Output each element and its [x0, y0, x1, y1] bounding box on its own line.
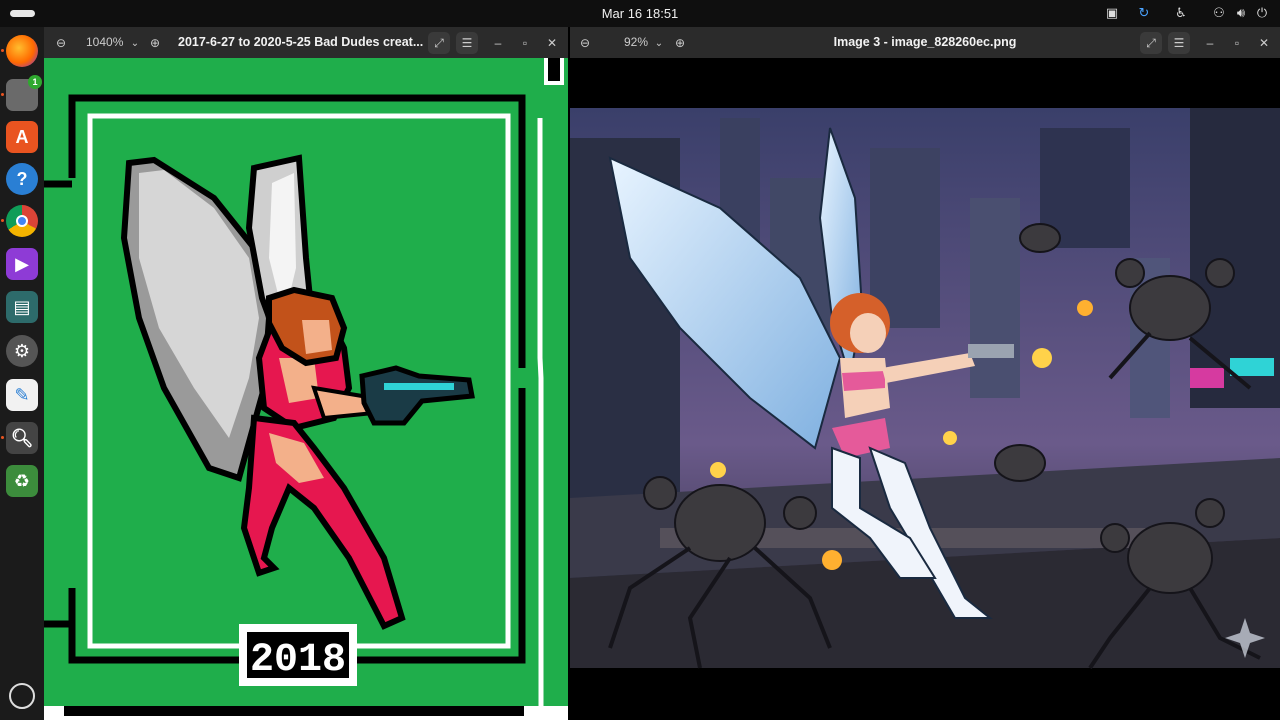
menu-icon[interactable]: ☰	[456, 32, 478, 54]
media-player-icon[interactable]: ▶	[6, 248, 38, 280]
zoom-out-icon[interactable]: ⊖	[50, 32, 72, 54]
zoom-in-icon[interactable]: ⊕	[144, 32, 166, 54]
settings-icon[interactable]: ⚙	[6, 335, 38, 367]
titlebar: ⊖ 92% ⌄ ⊕ Image 3 - image_828260ec.png ⤢…	[570, 27, 1280, 58]
network-icon[interactable]: ⚇	[1210, 5, 1228, 21]
maximize-icon[interactable]: ▫	[514, 32, 536, 54]
files-badge: 1	[28, 75, 42, 89]
sync-icon[interactable]: ↻	[1135, 5, 1153, 21]
window-title: 2017-6-27 to 2020-5-25 Bad Dudes creat..…	[178, 35, 424, 49]
image-canvas[interactable]	[570, 58, 1280, 720]
running-indicator	[1, 436, 4, 439]
dock: 1 A ? ▶ ▤ ⚙ ✎ 🔍︎ ♻	[0, 27, 44, 720]
fullscreen-icon[interactable]: ⤢	[428, 32, 450, 54]
illustration-image	[570, 108, 1280, 670]
power-icon[interactable]: ⏻	[1253, 5, 1271, 21]
files-icon[interactable]: 1	[6, 75, 42, 111]
zoom-level[interactable]: 92%	[624, 35, 648, 49]
fullscreen-icon[interactable]: ⤢	[1140, 32, 1162, 54]
running-indicator	[1, 219, 4, 222]
running-indicator	[1, 93, 4, 96]
accessibility-icon[interactable]: ♿	[1172, 5, 1190, 21]
trash-icon[interactable]: ♻	[6, 465, 38, 497]
image-viewer-window-left: ⊖ 1040% ⌄ ⊕ 2017-6-27 to 2020-5-25 Bad D…	[44, 27, 568, 720]
chevron-down-icon[interactable]: ⌄	[648, 32, 670, 54]
pixel-art-image: 2018	[44, 58, 568, 720]
close-icon[interactable]: ✕	[541, 32, 563, 54]
minimize-icon[interactable]: –	[487, 32, 509, 54]
image-viewer-icon[interactable]: 🔍︎	[6, 422, 38, 454]
image-viewer-window-right: ⊖ 92% ⌄ ⊕ Image 3 - image_828260ec.png ⤢…	[570, 27, 1280, 720]
volume-icon[interactable]: 🔊︎	[1232, 5, 1250, 21]
menu-icon[interactable]: ☰	[1168, 32, 1190, 54]
clock[interactable]: Mar 16 18:51	[0, 6, 1280, 21]
show-apps-icon[interactable]	[9, 683, 35, 709]
zoom-level[interactable]: 1040%	[86, 35, 123, 49]
display-icon[interactable]: ▣	[1103, 5, 1121, 21]
year-badge: 2018	[250, 638, 346, 683]
top-bar: Mar 16 18:51 ▣ ↻ ♿ ⚇ 🔊︎ ⏻	[0, 0, 1280, 27]
chrome-icon[interactable]	[6, 205, 38, 237]
zoom-in-icon[interactable]: ⊕	[669, 32, 691, 54]
minimize-icon[interactable]: –	[1199, 32, 1221, 54]
screenshot-tool-icon[interactable]: ▤	[6, 291, 38, 323]
firefox-icon[interactable]	[6, 35, 38, 67]
app-center-icon[interactable]: A	[6, 121, 38, 153]
zoom-out-icon[interactable]: ⊖	[574, 32, 596, 54]
chevron-down-icon[interactable]: ⌄	[124, 32, 146, 54]
running-indicator	[1, 49, 4, 52]
close-icon[interactable]: ✕	[1253, 32, 1275, 54]
image-canvas[interactable]: 2018	[44, 58, 568, 720]
text-editor-icon[interactable]: ✎	[6, 379, 38, 411]
window-title: Image 3 - image_828260ec.png	[833, 35, 1017, 49]
titlebar: ⊖ 1040% ⌄ ⊕ 2017-6-27 to 2020-5-25 Bad D…	[44, 27, 568, 58]
maximize-icon[interactable]: ▫	[1226, 32, 1248, 54]
help-icon[interactable]: ?	[6, 163, 38, 195]
